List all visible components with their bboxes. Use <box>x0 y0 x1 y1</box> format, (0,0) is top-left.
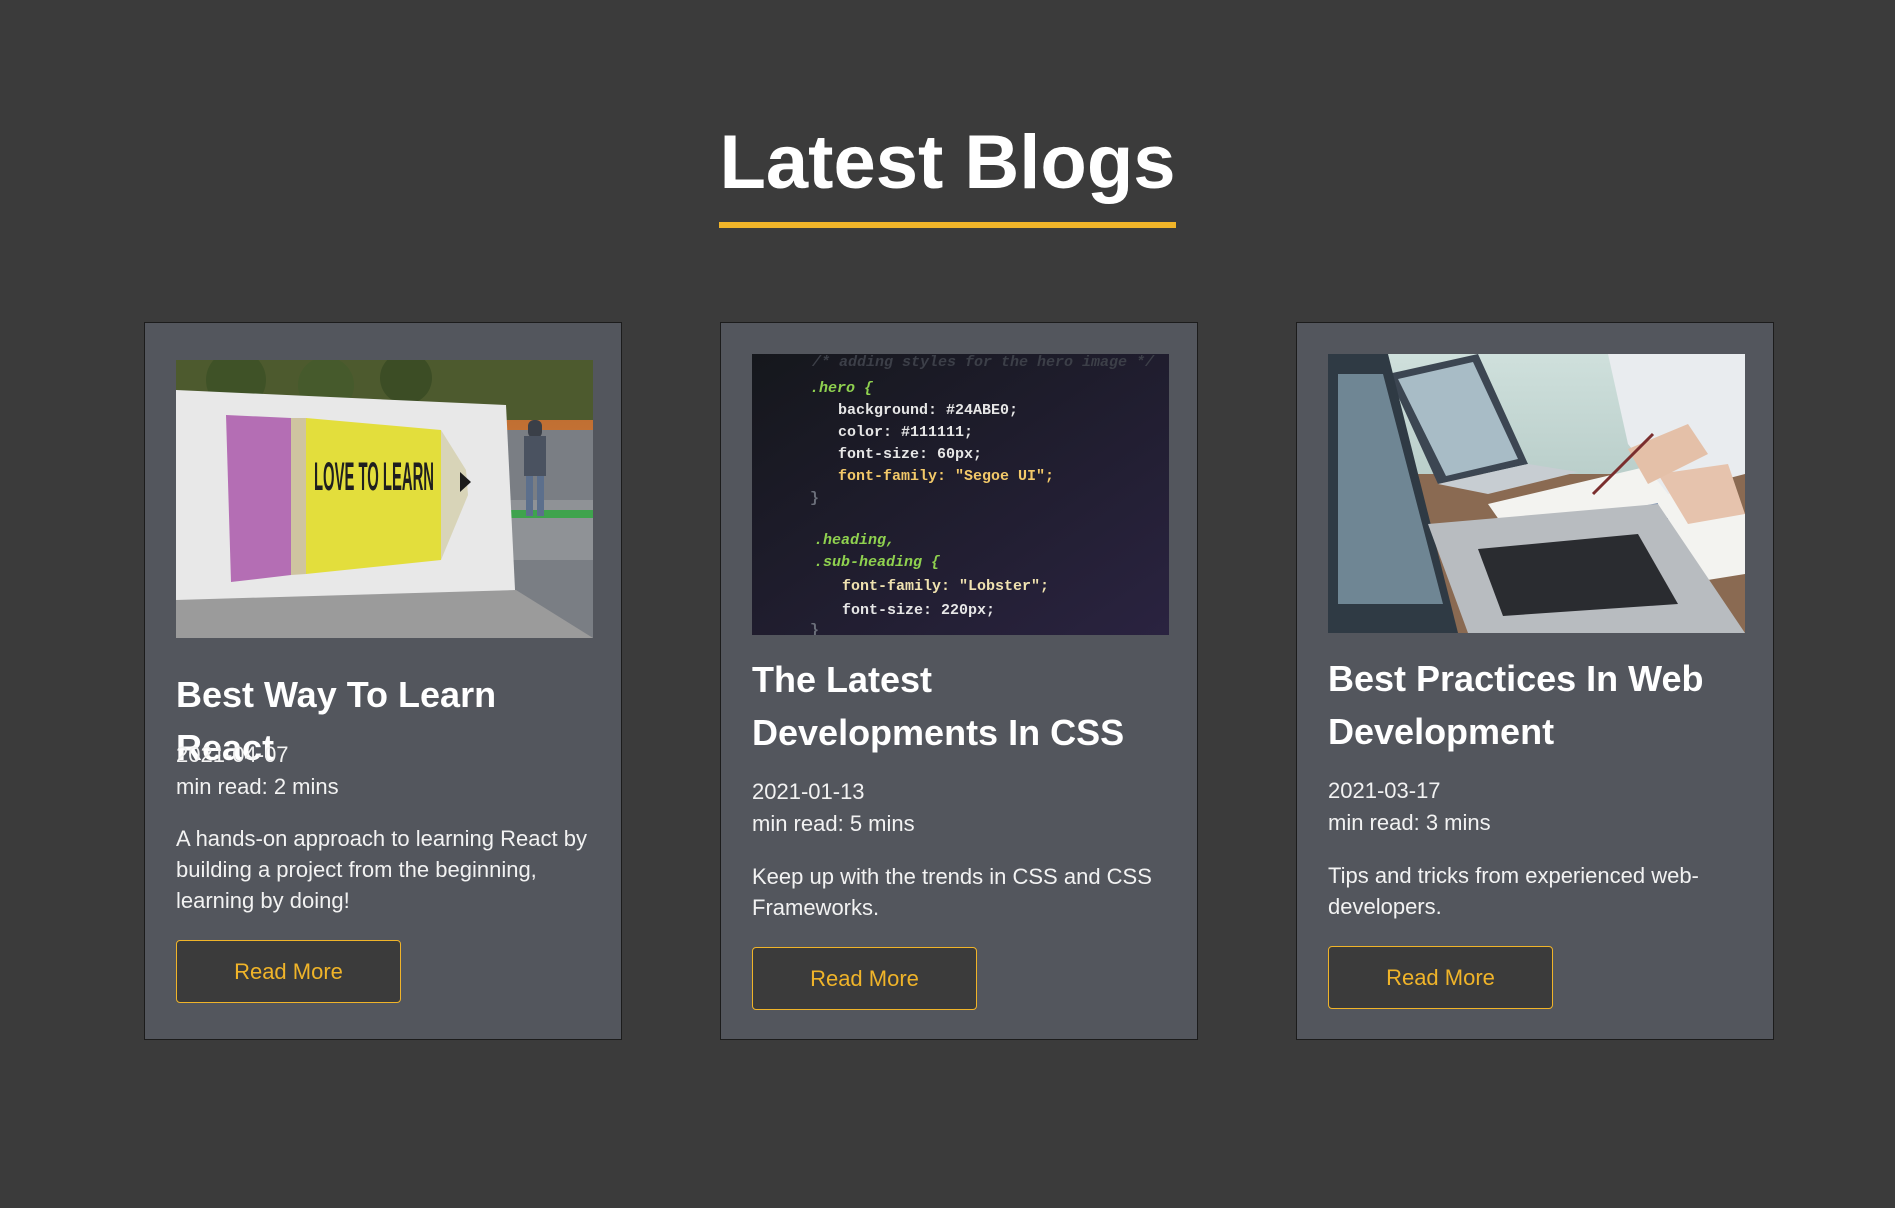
read-more-button[interactable]: Read More <box>1328 946 1553 1009</box>
page-title: Latest Blogs <box>719 118 1176 228</box>
blog-title[interactable]: Best Practices In Web Development <box>1328 652 1753 758</box>
blog-meta: 2021-01-13 min read: 5 mins <box>752 776 1172 840</box>
code-line: background: #24ABE0; <box>838 402 1018 419</box>
code-line: color: #111111; <box>838 424 973 441</box>
code-line: } <box>810 622 819 635</box>
blog-card: /* adding styles for the hero image */ .… <box>720 322 1198 1040</box>
read-more-button[interactable]: Read More <box>176 940 401 1003</box>
blog-excerpt: Keep up with the trends in CSS and CSS F… <box>752 864 1152 920</box>
blog-read-time: min read: 5 mins <box>752 811 915 836</box>
code-line: /* adding styles for the hero image */ <box>811 354 1155 371</box>
code-line: font-family: "Segoe UI"; <box>838 468 1054 485</box>
read-more-button[interactable]: Read More <box>752 947 977 1010</box>
code-line: .hero { <box>810 380 873 397</box>
code-line: font-size: 220px; <box>842 602 995 619</box>
blog-read-time: min read: 3 mins <box>1328 810 1491 835</box>
blog-date: 2021-01-13 <box>752 779 865 804</box>
blog-thumbnail-image <box>1328 354 1745 633</box>
code-line: .sub-heading { <box>814 554 940 571</box>
code-line: } <box>810 490 819 507</box>
blog-thumbnail-image: LOVE TO LEARN <box>176 360 593 638</box>
blog-card: Best Practices In Web Development 2021-0… <box>1296 322 1774 1040</box>
blog-page: Latest Blogs LOVE TO LEARN Best Way To L… <box>0 0 1895 1208</box>
blog-thumbnail-image: /* adding styles for the hero image */ .… <box>752 354 1169 635</box>
blog-title[interactable]: The Latest Developments In CSS <box>752 653 1177 759</box>
thumbnail-sign-text: LOVE TO LEARN <box>314 455 434 499</box>
code-line: .heading, <box>814 532 895 549</box>
code-line: font-size: 60px; <box>838 446 982 463</box>
blog-meta: 2021-04-07 min read: 2 mins <box>176 739 596 803</box>
blog-date: 2021-03-17 <box>1328 778 1441 803</box>
section-header: Latest Blogs <box>0 118 1895 228</box>
blog-excerpt: A hands-on approach to learning React by… <box>176 826 587 913</box>
blog-card: LOVE TO LEARN Best Way To Learn React 20… <box>144 322 622 1040</box>
blog-read-time: min read: 2 mins <box>176 774 339 799</box>
code-line: font-family: "Lobster"; <box>842 578 1049 595</box>
blog-date: 2021-04-07 <box>176 742 289 767</box>
blog-meta: 2021-03-17 min read: 3 mins <box>1328 775 1748 839</box>
blog-excerpt: Tips and tricks from experienced web-dev… <box>1328 863 1699 919</box>
